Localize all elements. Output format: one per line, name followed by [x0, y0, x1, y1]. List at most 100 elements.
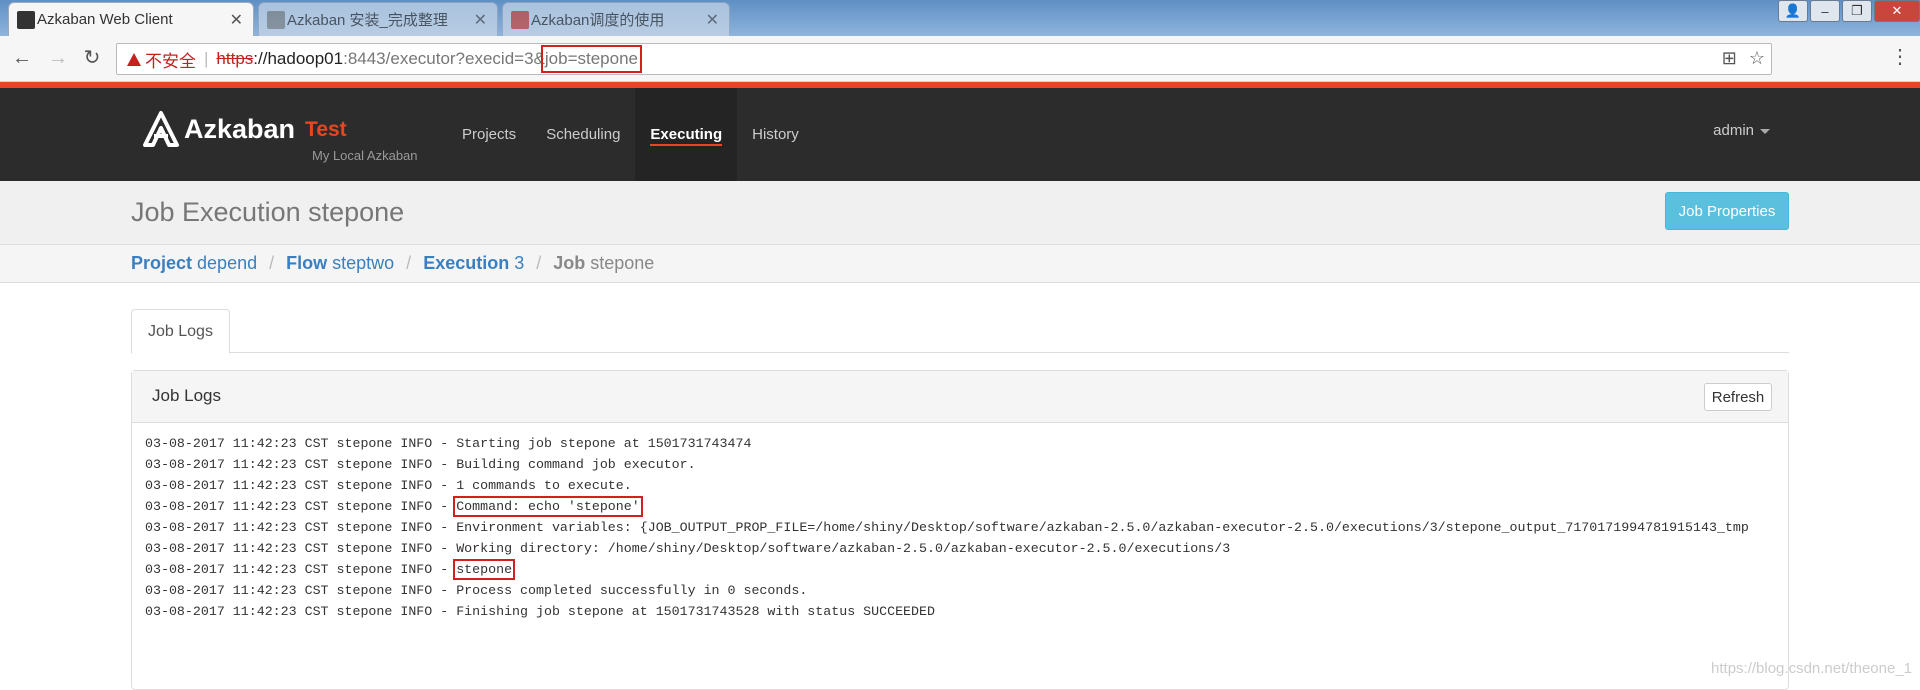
browser-tabstrip: Azkaban Web Client ✕ Azkaban 安装_完成整理 ✕ A… [0, 0, 1920, 36]
log-message: Process completed successfully in 0 seco… [456, 583, 807, 598]
log-line: 03-08-2017 11:42:23 CST stepone INFO - F… [145, 601, 1785, 622]
log-prefix: 03-08-2017 11:42:23 CST stepone INFO - [145, 541, 456, 556]
user-menu[interactable]: admin [1713, 122, 1770, 139]
log-output[interactable]: 03-08-2017 11:42:23 CST stepone INFO - S… [145, 433, 1785, 622]
translate-icon[interactable]: ⊞ [1722, 48, 1737, 69]
log-prefix: 03-08-2017 11:42:23 CST stepone INFO - [145, 457, 456, 472]
job-properties-button[interactable]: Job Properties [1665, 192, 1789, 230]
back-icon[interactable]: ← [8, 44, 36, 72]
page-title: Job Execution stepone [131, 197, 404, 228]
nav-scheduling[interactable]: Scheduling [531, 88, 635, 181]
breadcrumb-value: steptwo [332, 253, 394, 273]
browser-tab-title: Azkaban Web Client [37, 11, 173, 28]
log-line: 03-08-2017 11:42:23 CST stepone INFO - s… [145, 559, 1785, 580]
user-profile-icon[interactable]: 👤 [1778, 0, 1808, 22]
menu-icon[interactable]: ⋮ [1890, 44, 1910, 69]
log-message: Finishing job stepone at 1501731743528 w… [456, 604, 935, 619]
breadcrumb: Projectdepend / Flowsteptwo / Execution3… [0, 245, 1920, 283]
panel-header: Job Logs Refresh [132, 371, 1788, 423]
forward-icon[interactable]: → [44, 44, 72, 72]
log-line: 03-08-2017 11:42:23 CST stepone INFO - E… [145, 517, 1785, 538]
azkaban-logo-icon [142, 110, 180, 150]
log-line: 03-08-2017 11:42:23 CST stepone INFO - B… [145, 454, 1785, 475]
browser-tab-azkaban[interactable]: Azkaban Web Client ✕ [8, 2, 254, 36]
log-line: 03-08-2017 11:42:23 CST stepone INFO - C… [145, 496, 1785, 517]
url-scheme: https [216, 49, 253, 69]
minimize-icon[interactable]: – [1810, 0, 1840, 22]
log-message: Starting job stepone at 1501731743474 [456, 436, 751, 451]
warning-icon [127, 53, 141, 66]
watermark: https://blog.csdn.net/theone_1 [1711, 660, 1912, 677]
close-window-icon[interactable]: ✕ [1874, 0, 1920, 22]
browser-tab-2[interactable]: Azkaban 安装_完成整理 ✕ [258, 2, 498, 36]
browser-tab-title: Azkaban 安装_完成整理 [287, 9, 448, 30]
log-message: stepone [456, 562, 512, 577]
insecure-warning[interactable]: 不安全 [127, 47, 196, 72]
tab-close-icon[interactable]: ✕ [474, 10, 487, 30]
breadcrumb-divider: / [269, 253, 274, 274]
breadcrumb-key: Execution [423, 253, 509, 273]
log-line: 03-08-2017 11:42:23 CST stepone INFO - W… [145, 538, 1785, 559]
maximize-icon[interactable]: ❐ [1842, 0, 1872, 22]
breadcrumb-value: depend [197, 253, 257, 273]
breadcrumb-job: Jobstepone [553, 253, 654, 274]
address-separator: | [204, 49, 208, 69]
breadcrumb-value: 3 [514, 253, 524, 273]
breadcrumb-value: stepone [590, 253, 654, 273]
url-path: :8443/executor?execid=3& [343, 49, 545, 69]
log-prefix: 03-08-2017 11:42:23 CST stepone INFO - [145, 478, 456, 493]
refresh-button[interactable]: Refresh [1704, 383, 1772, 411]
environment-label: Test [305, 118, 347, 142]
breadcrumb-key: Project [131, 253, 192, 273]
breadcrumb-project[interactable]: Projectdepend [131, 253, 257, 274]
reload-icon[interactable]: ↻ [78, 44, 106, 72]
brand-name: Azkaban [184, 110, 295, 148]
browser-tab-title: Azkaban调度的使用 [531, 9, 664, 30]
tab-job-logs[interactable]: Job Logs [131, 309, 230, 354]
content-tabs: Job Logs [131, 309, 1789, 353]
star-icon[interactable]: ☆ [1749, 48, 1765, 69]
url-highlighted-param: job=stepone [545, 49, 638, 69]
log-message: 1 commands to execute. [456, 478, 632, 493]
panel-title: Job Logs [152, 386, 221, 406]
log-prefix: 03-08-2017 11:42:23 CST stepone INFO - [145, 499, 456, 514]
job-logs-panel: Job Logs Refresh 03-08-2017 11:42:23 CST… [131, 370, 1789, 690]
tab-close-icon[interactable]: ✕ [706, 10, 719, 30]
log-line: 03-08-2017 11:42:23 CST stepone INFO - 1… [145, 475, 1785, 496]
omnibox-actions: ⊞ ☆ [1722, 48, 1765, 69]
nav-history[interactable]: History [737, 88, 814, 181]
log-prefix: 03-08-2017 11:42:23 CST stepone INFO - [145, 562, 456, 577]
azkaban-favicon-icon [17, 11, 35, 29]
breadcrumb-execution[interactable]: Execution3 [423, 253, 524, 274]
log-message: Working directory: /home/shiny/Desktop/s… [456, 541, 1230, 556]
log-line: 03-08-2017 11:42:23 CST stepone INFO - S… [145, 433, 1785, 454]
log-prefix: 03-08-2017 11:42:23 CST stepone INFO - [145, 520, 456, 535]
breadcrumb-flow[interactable]: Flowsteptwo [286, 253, 394, 274]
chevron-down-icon [1760, 129, 1770, 134]
breadcrumb-key: Flow [286, 253, 327, 273]
log-prefix: 03-08-2017 11:42:23 CST stepone INFO - [145, 436, 456, 451]
window-controls: 👤 – ❐ ✕ [1778, 0, 1920, 22]
breadcrumb-divider: / [406, 253, 411, 274]
azkaban-navbar: Azkaban Test My Local Azkaban Projects S… [0, 88, 1920, 181]
log-message: Building command job executor. [456, 457, 695, 472]
address-bar[interactable]: 不安全 | https://hadoop01:8443/executor?exe… [116, 43, 1772, 75]
log-prefix: 03-08-2017 11:42:23 CST stepone INFO - [145, 583, 456, 598]
breadcrumb-divider: / [536, 253, 541, 274]
browser-tab-3[interactable]: Azkaban调度的使用 ✕ [502, 2, 730, 36]
brand-subtitle: My Local Azkaban [312, 148, 418, 163]
insecure-label: 不安全 [145, 47, 196, 72]
log-line: 03-08-2017 11:42:23 CST stepone INFO - P… [145, 580, 1785, 601]
page-header: Job Execution stepone Job Properties [0, 181, 1920, 245]
url-host: ://hadoop01 [253, 49, 343, 69]
main-nav: Projects Scheduling Executing History [447, 88, 814, 181]
log-message: Command: echo 'stepone' [456, 499, 640, 514]
browser-toolbar: ← → ↻ 不安全 | https://hadoop01:8443/execut… [0, 36, 1920, 82]
azkaban-logo[interactable]: Azkaban Test My Local Azkaban [142, 110, 347, 150]
tab-close-icon[interactable]: ✕ [230, 10, 243, 30]
nav-executing[interactable]: Executing [635, 88, 737, 181]
log-message: Environment variables: {JOB_OUTPUT_PROP_… [456, 520, 1749, 535]
user-name: admin [1713, 122, 1754, 139]
log-prefix: 03-08-2017 11:42:23 CST stepone INFO - [145, 604, 456, 619]
nav-projects[interactable]: Projects [447, 88, 531, 181]
